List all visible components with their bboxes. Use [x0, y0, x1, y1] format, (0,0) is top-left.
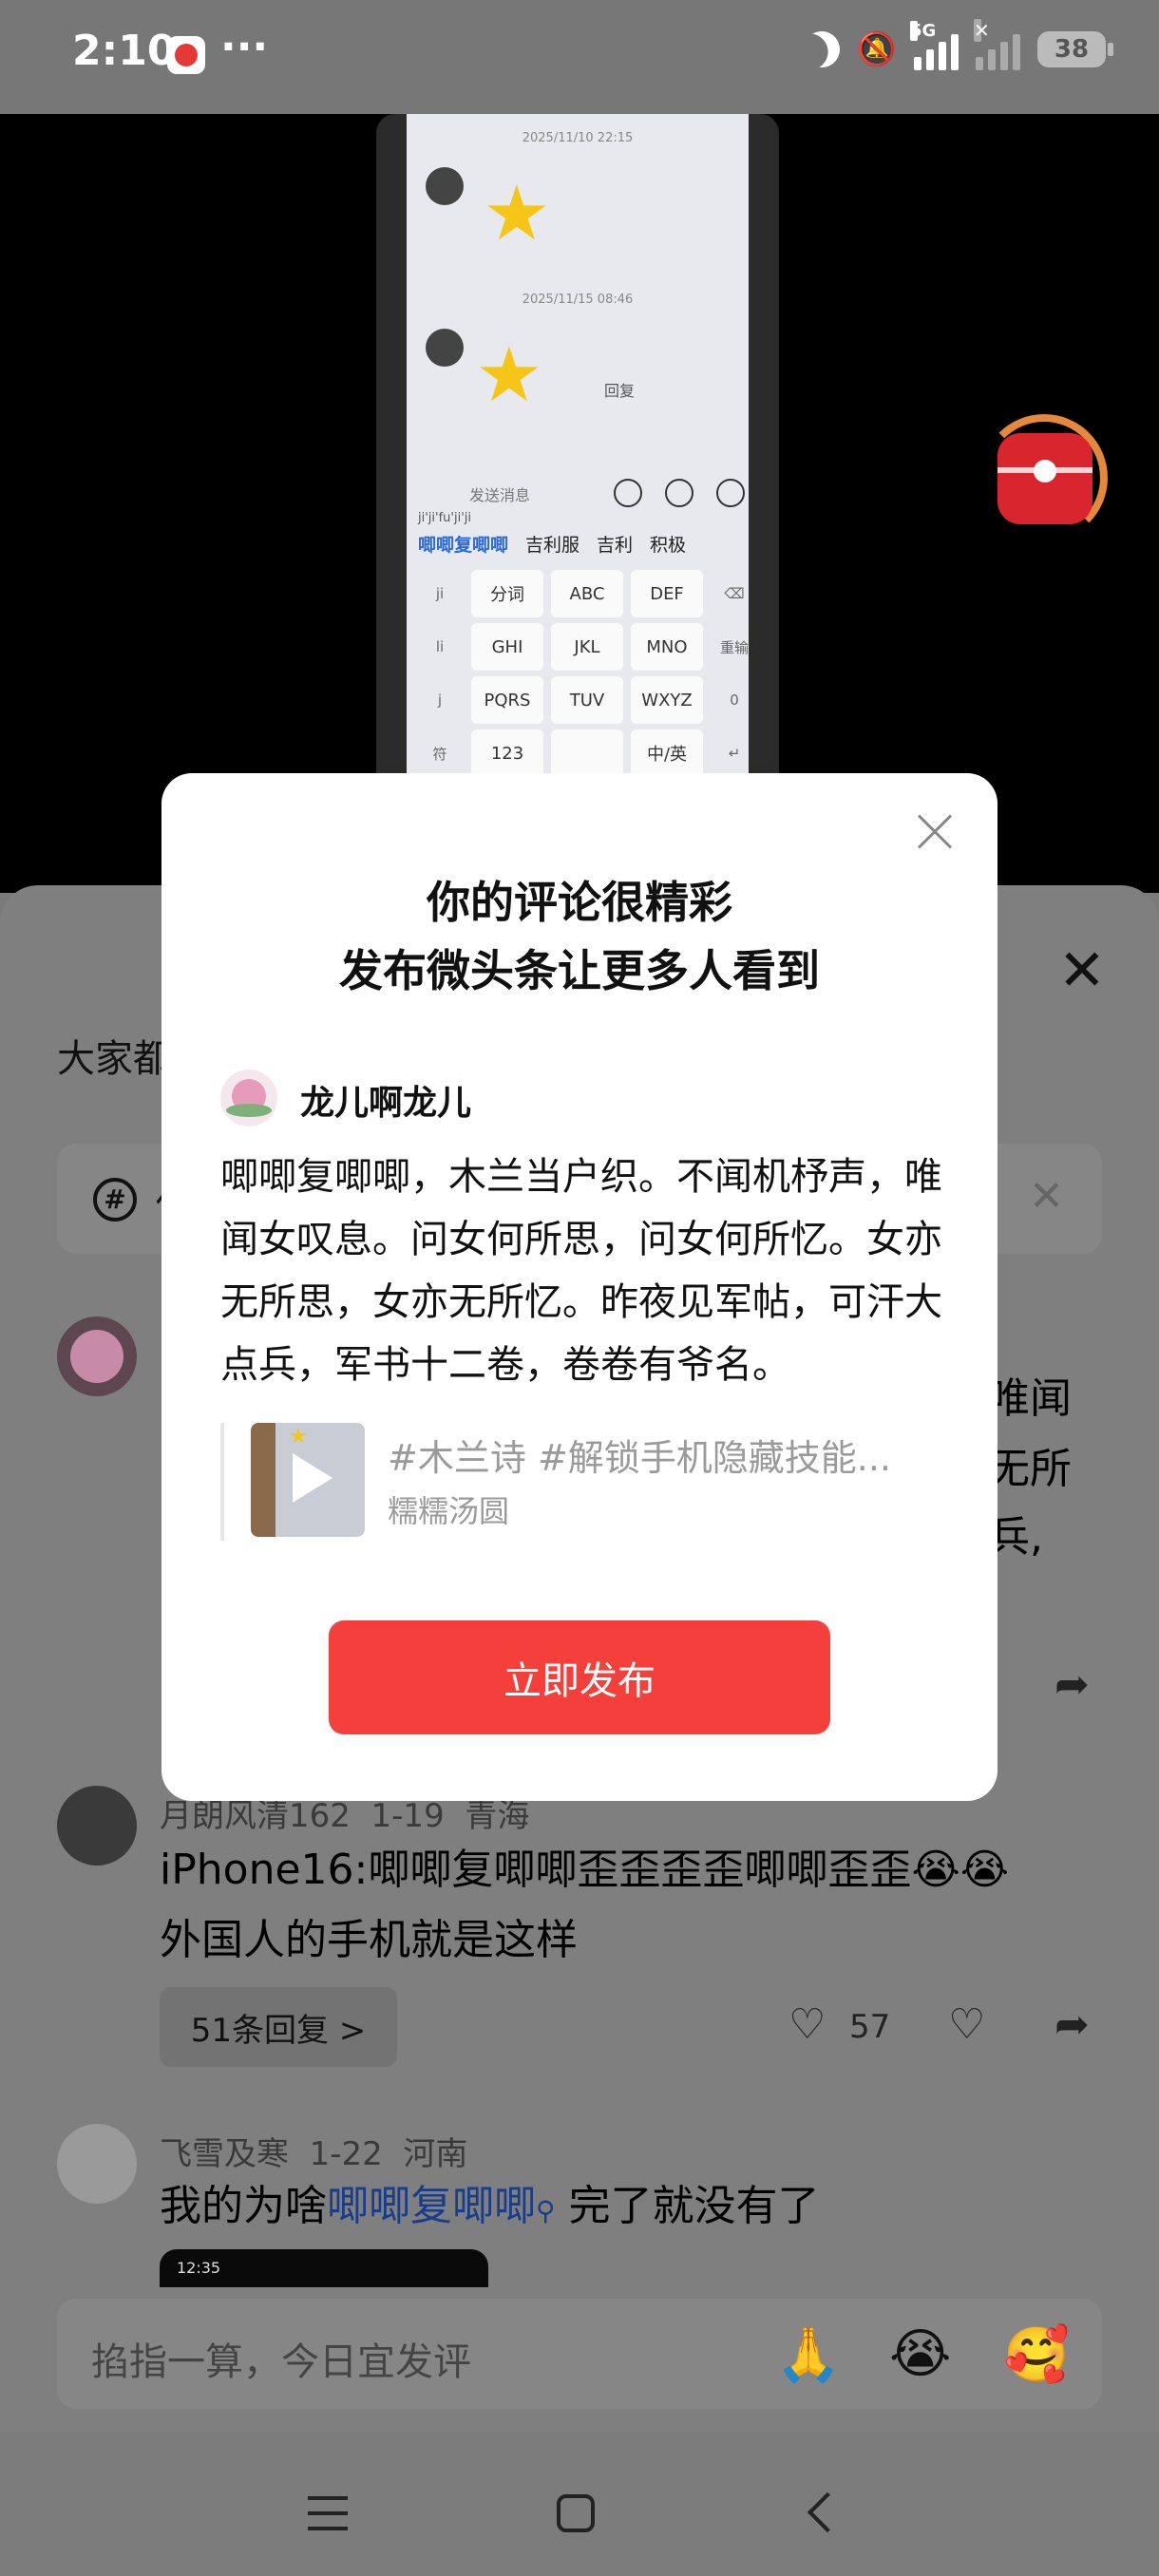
comment-text: 外国人的手机就是这样: [160, 1916, 578, 1964]
hashtag-icon: #: [93, 1178, 137, 1222]
like-icon[interactable]: ♡: [788, 2000, 826, 2049]
video-keyboard: ji 分词 ABC DEF ⌫ li GHI JKL MNO 重输 j PQRS TUV WXYZ 0 …: [416, 570, 749, 777]
video-thumbnail: ★: [251, 1423, 365, 1537]
menu-icon[interactable]: [308, 2496, 348, 2530]
app-notification-icon: [167, 36, 205, 74]
video-reply-label: 回复: [604, 382, 636, 400]
comment-meta: 飞雪及寒 1-22 河南: [160, 2135, 468, 2173]
username: 龙儿啊龙儿: [300, 1084, 472, 1123]
dislike-icon[interactable]: ♡: [948, 2000, 985, 2049]
video-timestamp: 2025/11/10 22:15: [522, 131, 634, 145]
emoji-icon: [665, 479, 694, 507]
comment-text: iPhone16:唧唧复唧唧歪歪歪歪唧唧歪歪😭😭: [160, 1846, 1010, 1894]
avatar[interactable]: [57, 2124, 137, 2204]
video-message-input: 发送消息 ji'ji'fu'ji'ji: [407, 465, 749, 525]
quoted-post-author: 糯糯汤圆: [388, 1493, 510, 1529]
avatar[interactable]: [57, 1316, 137, 1396]
search-icon: ⚲: [536, 2195, 556, 2226]
view-replies-button[interactable]: 51条回复 >: [160, 1987, 397, 2067]
comment-text-fragment: 唯闻: [988, 1374, 1072, 1423]
topic-link[interactable]: 唧唧复唧唧: [327, 2182, 536, 2230]
star-sticker-icon: ★: [289, 1425, 308, 1449]
dialog-title: 你的评论很精彩: [427, 877, 732, 928]
star-sticker-icon: ★: [475, 331, 543, 419]
comment-image-thumbnail[interactable]: 12:35: [160, 2249, 488, 2287]
comment-input[interactable]: 掐指一算，今日宜发评 🙏 😭 🥰: [57, 2299, 1102, 2409]
video-avatar: [426, 329, 464, 367]
dialog-subtitle: 发布微头条让更多人看到: [339, 945, 820, 996]
crying-emoji-button[interactable]: 😭: [889, 2323, 951, 2385]
status-bar: 2:10 ··· 🔕 5G ✕ 38: [0, 0, 1159, 114]
close-icon[interactable]: [916, 813, 954, 851]
like-count: 57: [849, 2008, 891, 2046]
love-emoji-button[interactable]: 🥰: [1003, 2323, 1070, 2386]
signal-sim2-icon: ✕: [974, 19, 1020, 70]
video-avatar: [426, 167, 464, 205]
red-envelope-icon[interactable]: [980, 414, 1108, 541]
clear-icon[interactable]: ✕: [1029, 1172, 1064, 1221]
battery-icon: 38: [1037, 31, 1113, 67]
avatar: [220, 1070, 277, 1127]
play-icon: [293, 1453, 332, 1503]
voice-icon: [614, 479, 642, 507]
share-icon[interactable]: ➦: [1054, 1660, 1090, 1709]
do-not-disturb-icon: [797, 25, 846, 74]
comment-text-fragment: 无所: [988, 1445, 1072, 1493]
status-time: 2:10: [72, 27, 177, 75]
close-sheet-icon[interactable]: ✕: [1058, 942, 1106, 999]
publish-button[interactable]: 立即发布: [329, 1620, 830, 1734]
star-sticker-icon: ★: [483, 169, 551, 257]
share-icon[interactable]: ➦: [1054, 2000, 1090, 2049]
sheet-title: 大家都: [57, 1037, 171, 1081]
video-candidate-bar: 唧唧复唧唧 吉利服 吉利 积极: [418, 534, 687, 556]
plus-icon: [716, 479, 745, 507]
quoted-post-tags: #木兰诗 #解锁手机隐藏技能...: [388, 1437, 891, 1479]
more-notifications-icon: ···: [220, 23, 269, 71]
comment-text: 我的为啥唧唧复唧唧⚲ 完了就没有了: [160, 2182, 820, 2230]
home-icon[interactable]: [557, 2494, 595, 2532]
quoted-post[interactable]: ★ #木兰诗 #解锁手机隐藏技能... 糯糯汤圆: [220, 1423, 942, 1541]
pray-emoji-button[interactable]: 🙏: [775, 2323, 842, 2386]
dialog-comment-text: 唧唧复唧唧，木兰当户织。不闻机杼声，唯闻女叹息。问女何所思，问女何所忆。女亦无所…: [220, 1155, 942, 1387]
signal-5g-icon: 5G: [910, 21, 959, 70]
avatar[interactable]: [57, 1786, 137, 1866]
system-nav-bar: [0, 2432, 1159, 2576]
video-timestamp: 2025/11/15 08:46: [522, 293, 634, 307]
publish-dialog: 你的评论很精彩 发布微头条让更多人看到 龙儿啊龙儿 唧唧复唧唧，木兰当户织。不闻…: [162, 773, 998, 1801]
mute-icon: 🔕: [856, 30, 897, 68]
back-icon[interactable]: [807, 2491, 848, 2533]
